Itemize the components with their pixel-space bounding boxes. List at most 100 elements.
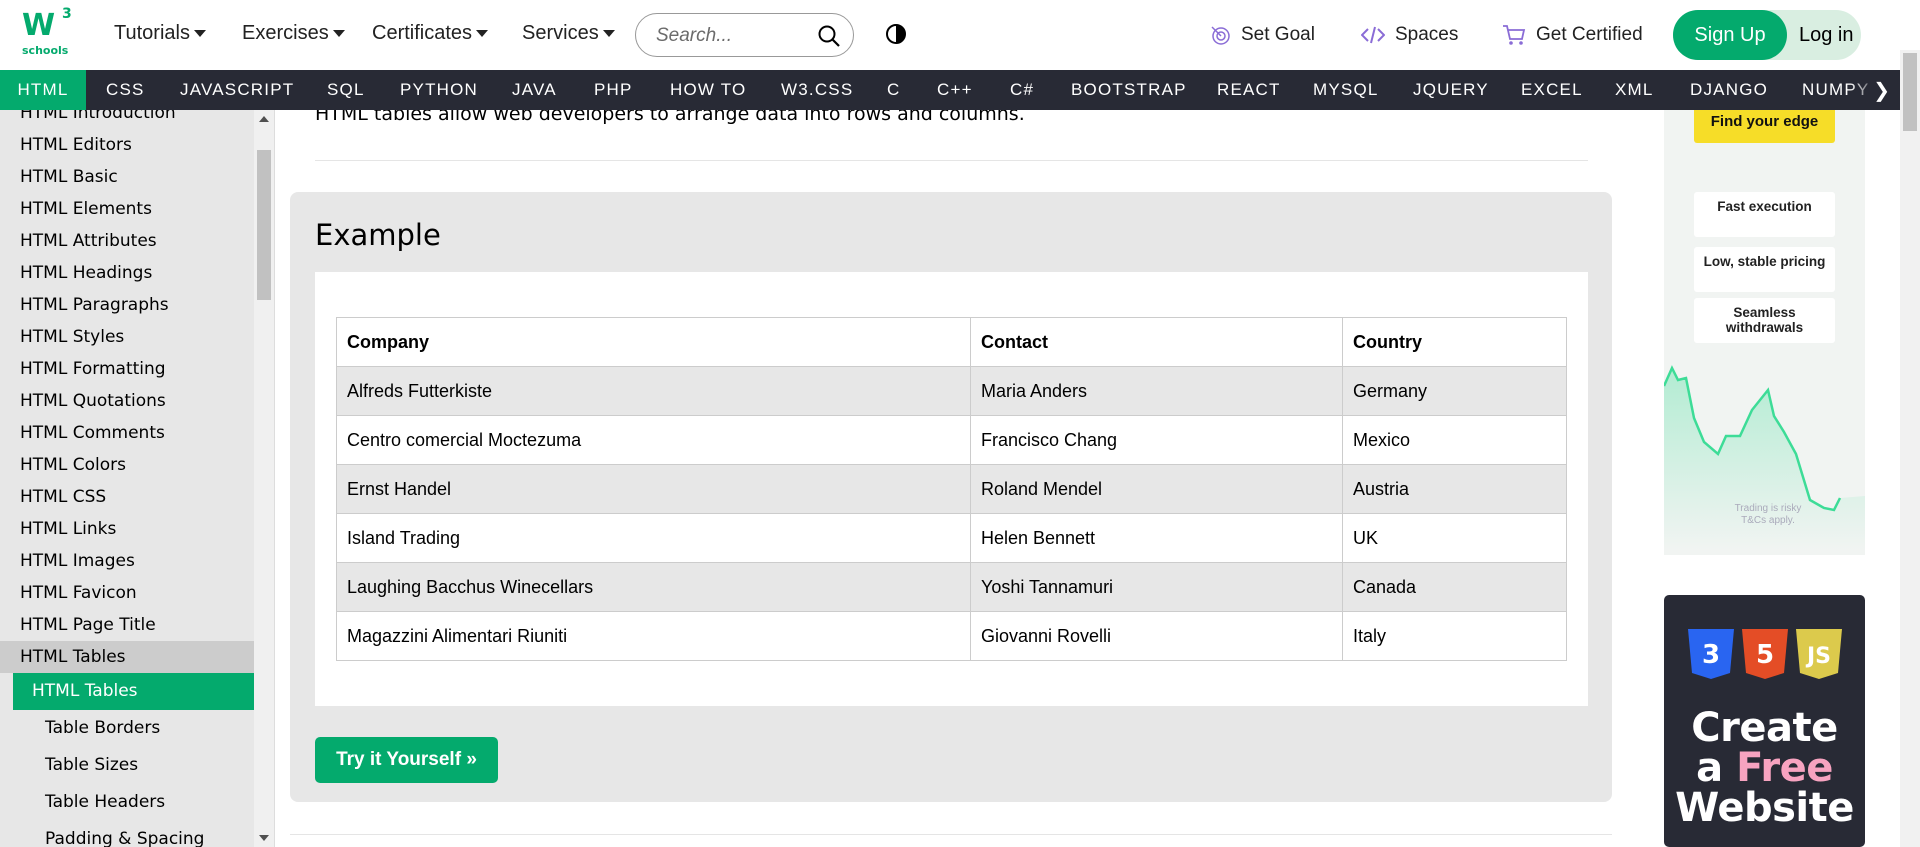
svg-text:JS: JS: [1805, 644, 1831, 669]
sidebar-item[interactable]: HTML Comments: [0, 417, 254, 449]
divider: [315, 160, 1588, 161]
table-cell: Yoshi Tannamuri: [969, 562, 1344, 612]
table-cell: Magazzini Alimentari Riuniti: [336, 611, 971, 661]
table-cell: Island Trading: [336, 513, 971, 563]
subject-mysql[interactable]: MYSQL: [1313, 70, 1379, 110]
svg-text:5: 5: [1756, 640, 1774, 670]
spaces-link[interactable]: Spaces: [1360, 24, 1458, 46]
find-your-edge-button[interactable]: Find your edge: [1694, 110, 1835, 143]
subject-c[interactable]: C: [887, 70, 900, 110]
subject-cpp[interactable]: C++: [937, 70, 973, 110]
ad-disclaimer: Trading is risky T&Cs apply.: [1734, 503, 1802, 526]
subject-w3css[interactable]: W3.CSS: [781, 70, 853, 110]
sidebar-group-html-tables[interactable]: HTML Tables: [0, 641, 254, 673]
sidebar-subitem[interactable]: Table Headers: [13, 784, 254, 821]
example-box: Example Company Contact Country Alfreds …: [290, 192, 1612, 802]
page-scroll-thumb[interactable]: [1903, 53, 1917, 131]
example-title: Example: [315, 218, 441, 252]
search-box[interactable]: [635, 13, 854, 57]
sidebar-item[interactable]: HTML Headings: [0, 257, 254, 289]
sidebar-item[interactable]: HTML Editors: [0, 129, 254, 161]
sidebar: HTML Introduction HTML Editors HTML Basi…: [0, 110, 275, 847]
subject-python[interactable]: PYTHON: [400, 70, 478, 110]
search-input[interactable]: [656, 24, 806, 48]
subject-sql[interactable]: SQL: [327, 70, 365, 110]
subject-javascript[interactable]: JAVASCRIPT: [180, 70, 294, 110]
divider: [290, 834, 1612, 835]
sidebar-subitem[interactable]: Table Borders: [13, 710, 254, 747]
subject-html[interactable]: HTML: [0, 70, 86, 110]
log-in-button[interactable]: Log in: [1799, 10, 1854, 60]
subject-nav-bar: HTML CSS JAVASCRIPT SQL PYTHON JAVA PHP …: [0, 70, 1900, 110]
get-certified-link[interactable]: Get Certified: [1502, 24, 1643, 46]
table-cell: Giovanni Rovelli: [969, 611, 1344, 661]
sidebar-subitem[interactable]: Padding & Spacing: [13, 821, 254, 847]
sidebar-item[interactable]: HTML Links: [0, 513, 254, 545]
table-row: Island Trading Helen Bennett UK: [336, 513, 1567, 563]
create-website-ad[interactable]: 3 5 JS Create a Free Website: [1664, 595, 1865, 847]
sign-up-button[interactable]: Sign Up: [1673, 10, 1787, 60]
table-cell: UK: [1342, 513, 1567, 563]
svg-text:3: 3: [1702, 640, 1720, 670]
caret-down-icon: [476, 30, 489, 38]
table-header-row: Company Contact Country: [336, 317, 1567, 367]
sidebar-item[interactable]: HTML Styles: [0, 321, 254, 353]
table-cell: Italy: [1342, 611, 1567, 661]
tutorials-menu[interactable]: Tutorials: [114, 22, 206, 45]
css-html-js-logos: 3 5 JS: [1688, 629, 1842, 679]
subject-xml[interactable]: XML: [1615, 70, 1654, 110]
table-header-cell: Country: [1342, 317, 1567, 367]
table-cell: Roland Mendel: [969, 464, 1344, 514]
table-cell: Canada: [1342, 562, 1567, 612]
contrast-toggle-icon[interactable]: [885, 23, 907, 45]
sidebar-item[interactable]: HTML Colors: [0, 449, 254, 481]
try-it-yourself-button[interactable]: Try it Yourself »: [315, 737, 498, 783]
sidebar-list: HTML Introduction HTML Editors HTML Basi…: [0, 110, 254, 847]
subject-react[interactable]: REACT: [1217, 70, 1281, 110]
caret-down-icon: [602, 30, 615, 38]
subject-bootstrap[interactable]: BOOTSTRAP: [1071, 70, 1187, 110]
services-menu[interactable]: Services: [522, 22, 615, 45]
sidebar-item[interactable]: HTML Paragraphs: [0, 289, 254, 321]
table-cell: Austria: [1342, 464, 1567, 514]
code-icon: [1360, 26, 1386, 44]
sidebar-scrollbar[interactable]: [254, 110, 274, 847]
search-icon[interactable]: [817, 24, 841, 48]
sidebar-item[interactable]: HTML CSS: [0, 481, 254, 513]
subject-howto[interactable]: HOW TO: [670, 70, 746, 110]
sidebar-subitem[interactable]: Table Sizes: [13, 747, 254, 784]
subject-jquery[interactable]: JQUERY: [1413, 70, 1489, 110]
chevron-right-icon[interactable]: ❯: [1873, 70, 1890, 110]
subject-django[interactable]: DJANGO: [1690, 70, 1768, 110]
table-row: Ernst Handel Roland Mendel Austria: [336, 464, 1567, 514]
subject-csharp[interactable]: C#: [1010, 70, 1034, 110]
set-goal-link[interactable]: Set Goal: [1209, 24, 1315, 46]
scroll-down-icon[interactable]: [259, 835, 269, 841]
w3schools-logo[interactable]: W3 schools: [20, 6, 76, 60]
certificates-menu[interactable]: Certificates: [372, 22, 489, 45]
subject-css[interactable]: CSS: [106, 70, 145, 110]
sidebar-item[interactable]: HTML Basic: [0, 161, 254, 193]
table-cell: Laughing Bacchus Winecellars: [336, 562, 971, 612]
table-header-cell: Company: [336, 317, 971, 367]
sidebar-scroll-thumb[interactable]: [257, 150, 271, 300]
scroll-up-icon[interactable]: [259, 116, 269, 122]
top-bar: W3 schools Tutorials Exercises Certifica…: [0, 0, 1920, 70]
subject-java[interactable]: JAVA: [512, 70, 557, 110]
sidebar-item[interactable]: HTML Favicon: [0, 577, 254, 609]
sidebar-item[interactable]: HTML Elements: [0, 193, 254, 225]
page-scrollbar[interactable]: [1900, 50, 1920, 847]
sidebar-item[interactable]: HTML Images: [0, 545, 254, 577]
sidebar-item[interactable]: HTML Attributes: [0, 225, 254, 257]
ad-feature-card: Seamless withdrawals: [1694, 298, 1835, 343]
sidebar-subitem-active[interactable]: HTML Tables: [13, 673, 254, 710]
exercises-menu[interactable]: Exercises: [242, 22, 345, 45]
subject-excel[interactable]: EXCEL: [1521, 70, 1583, 110]
trading-ad[interactable]: Find your edge Fast execution Low, stabl…: [1664, 110, 1865, 555]
sidebar-item[interactable]: HTML Quotations: [0, 385, 254, 417]
subject-php[interactable]: PHP: [594, 70, 633, 110]
sidebar-item[interactable]: HTML Formatting: [0, 353, 254, 385]
table-cell: Francisco Chang: [969, 415, 1344, 465]
sidebar-item[interactable]: HTML Introduction: [0, 110, 254, 129]
sidebar-item[interactable]: HTML Page Title: [0, 609, 254, 641]
